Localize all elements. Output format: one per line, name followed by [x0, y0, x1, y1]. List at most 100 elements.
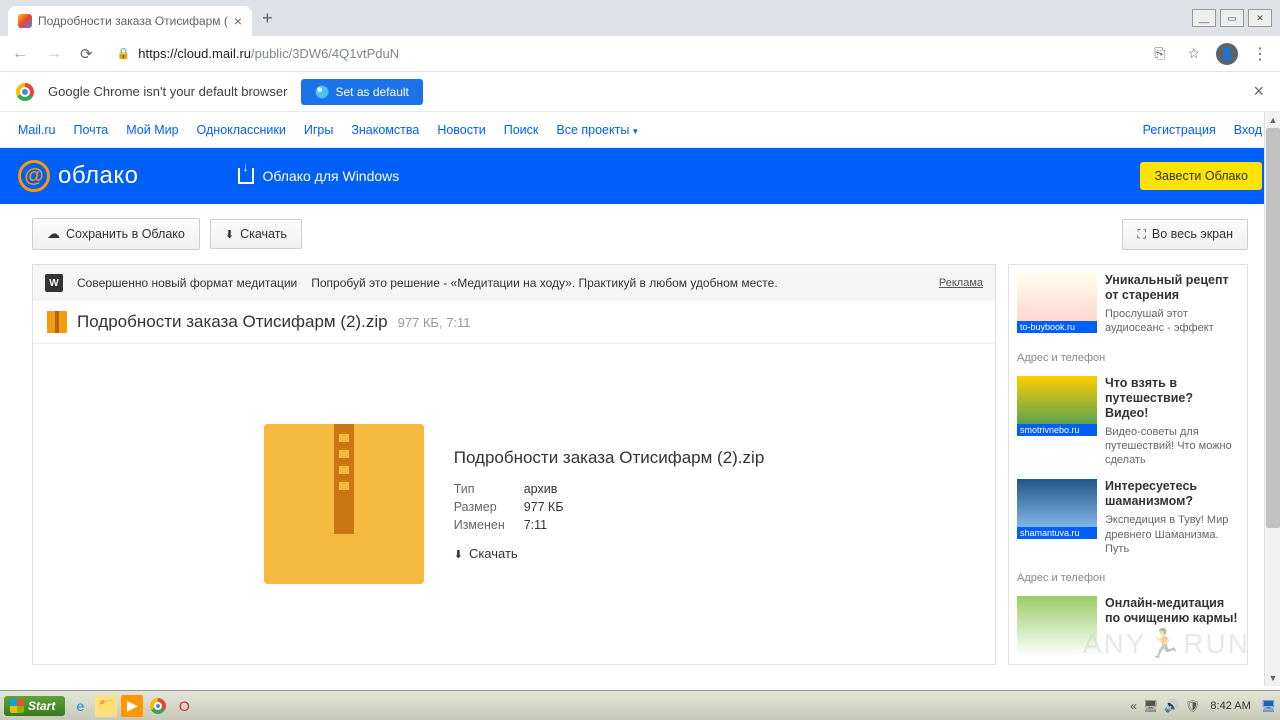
main-column: W Совершенно новый формат медитации Попр…	[32, 264, 996, 665]
modified-label: Изменен	[454, 518, 504, 532]
taskbar-explorer-icon[interactable]: 📁	[95, 695, 117, 717]
nav-novosti[interactable]: Новости	[437, 123, 485, 137]
size-label: Размер	[454, 500, 504, 514]
cloud-windows-link[interactable]: Облако для Windows	[238, 168, 399, 184]
browser-toolbar: ← → ⟳ 🔒 https://cloud.mail.ru/public/3DW…	[0, 36, 1280, 72]
scrollbar-thumb[interactable]	[1266, 128, 1280, 528]
size-value: 977 КБ	[524, 500, 564, 514]
modified-value: 7:11	[524, 518, 547, 532]
profile-avatar-icon[interactable]: 👤	[1216, 43, 1238, 65]
reload-button[interactable]: ⟳	[76, 43, 97, 65]
minimize-button[interactable]: __	[1192, 9, 1216, 27]
taskbar-clock[interactable]: 8:42 AM	[1206, 700, 1254, 712]
type-value: архив	[524, 482, 558, 496]
file-details: Подробности заказа Отисифарм (2).zip Тип…	[454, 448, 765, 561]
tray-volume-icon[interactable]: 🔊	[1164, 699, 1179, 713]
sidebar-ad[interactable]: smotrivnebo.ru Что взять в путешествие? …	[1017, 376, 1239, 468]
ad-text-1: Совершенно новый формат медитации	[77, 276, 297, 290]
type-label: Тип	[454, 482, 504, 496]
chevron-down-icon: ▼	[631, 127, 639, 136]
sidebar-ad[interactable]: shamantuva.ru Интересуетесь шаманизмом?Э…	[1017, 479, 1239, 556]
windows-taskbar: Start e 📁 ▶ O « 🖥 🔊 🛡 8:42 AM 🖥	[0, 690, 1280, 720]
action-bar: Сохранить в Облако Скачать Во весь экран	[0, 204, 1280, 264]
new-tab-button[interactable]: +	[252, 8, 283, 29]
sidebar-ad[interactable]: to-buybook.ru Уникальный рецепт от старе…	[1017, 273, 1239, 336]
download-arrow-icon	[225, 227, 234, 241]
cloud-logo-text: облако	[58, 162, 138, 190]
ad-title: Что взять в путешествие? Видео!	[1105, 376, 1239, 421]
tray-expand-icon[interactable]: «	[1130, 699, 1137, 713]
cloud-icon	[47, 226, 60, 242]
ad-title: Интересуетесь шаманизмом?	[1105, 479, 1239, 509]
page-scrollbar[interactable]: ▲ ▼	[1264, 112, 1280, 686]
scroll-up-icon[interactable]: ▲	[1265, 112, 1280, 128]
ad-label: Реклама	[939, 277, 983, 289]
tray-shield-icon[interactable]: 🛡	[1185, 699, 1200, 713]
taskbar-ie-icon[interactable]: e	[69, 695, 91, 717]
taskbar-media-icon[interactable]: ▶	[121, 695, 143, 717]
ad-desc: Экспедиция в Туву! Мир древнего Шаманизм…	[1105, 513, 1239, 556]
ad-address[interactable]: Адрес и телефон	[1017, 352, 1239, 364]
url-host: https://cloud.mail.ru	[138, 46, 251, 61]
infobar-close-icon[interactable]: ×	[1253, 81, 1264, 102]
browser-tab[interactable]: Подробности заказа Отисифарм ( ×	[8, 6, 252, 36]
ad-text-2: Попробуй это решение - «Медитации на ход…	[311, 276, 777, 290]
nav-igry[interactable]: Игры	[304, 123, 333, 137]
default-browser-infobar: Google Chrome isn't your default browser…	[0, 72, 1280, 112]
ad-title: Уникальный рецепт от старения	[1105, 273, 1239, 303]
nav-poisk[interactable]: Поиск	[504, 123, 539, 137]
ad-image	[1017, 596, 1097, 656]
at-sign-icon: @	[18, 160, 50, 192]
file-details-name: Подробности заказа Отисифарм (2).zip	[454, 448, 765, 468]
save-to-cloud-button[interactable]: Сохранить в Облако	[32, 218, 200, 250]
nav-odnoklassniki[interactable]: Одноклассники	[197, 123, 286, 137]
start-button[interactable]: Start	[4, 696, 65, 716]
download-link[interactable]: Скачать	[454, 546, 765, 561]
forward-button[interactable]: →	[42, 43, 66, 65]
download-button[interactable]: Скачать	[210, 219, 302, 249]
address-bar[interactable]: 🔒 https://cloud.mail.ru/public/3DW6/4Q1v…	[107, 42, 1139, 65]
windows-flag-icon	[10, 699, 24, 713]
ad-badge-icon: W	[45, 274, 63, 292]
nav-register[interactable]: Регистрация	[1143, 123, 1216, 137]
nav-moimir[interactable]: Мой Мир	[126, 123, 178, 137]
translate-icon[interactable]: ⎘	[1148, 43, 1171, 64]
tab-favicon-icon	[18, 14, 32, 28]
content-area: W Совершенно новый формат медитации Попр…	[0, 264, 1280, 665]
window-controls: __ ▭ ✕	[1192, 9, 1272, 27]
ad-strip[interactable]: W Совершенно новый формат медитации Попр…	[33, 265, 995, 301]
file-meta: 977 КБ, 7:11	[398, 315, 471, 330]
cloud-header: @ облако Облако для Windows Завести Обла…	[0, 148, 1280, 204]
infobar-message: Google Chrome isn't your default browser	[48, 84, 287, 99]
ad-title: Онлайн-медитация по очищению кармы!	[1105, 596, 1239, 626]
globe-icon	[315, 85, 329, 99]
ad-desc: Прослушай этот аудиосеанс - эффект	[1105, 307, 1239, 336]
nav-znakomstva[interactable]: Знакомства	[351, 123, 419, 137]
ad-address[interactable]: Адрес и телефон	[1017, 572, 1239, 584]
tray-desktop-icon[interactable]: 🖥	[1261, 699, 1276, 713]
file-header: Подробности заказа Отисифарм (2).zip 977…	[33, 301, 995, 344]
tab-close-icon[interactable]: ×	[234, 13, 242, 29]
chrome-icon	[16, 83, 34, 101]
browser-menu-button[interactable]: ⋮	[1248, 44, 1272, 64]
nav-login[interactable]: Вход	[1234, 123, 1262, 137]
tray-network-icon[interactable]: 🖥	[1143, 699, 1158, 713]
taskbar-opera-icon[interactable]: O	[173, 695, 195, 717]
download-icon	[238, 168, 254, 184]
get-cloud-button[interactable]: Завести Облако	[1140, 162, 1262, 190]
nav-pochta[interactable]: Почта	[74, 123, 109, 137]
nav-vse-proekty[interactable]: Все проекты▼	[556, 123, 639, 137]
zip-large-icon	[264, 424, 424, 584]
close-window-button[interactable]: ✕	[1248, 9, 1272, 27]
tab-title: Подробности заказа Отисифарм (	[38, 14, 228, 28]
maximize-button[interactable]: ▭	[1220, 9, 1244, 27]
sidebar-ad[interactable]: Онлайн-медитация по очищению кармы!	[1017, 596, 1239, 656]
back-button[interactable]: ←	[8, 43, 32, 65]
nav-mailru[interactable]: Mail.ru	[18, 123, 56, 137]
scroll-down-icon[interactable]: ▼	[1265, 670, 1280, 686]
bookmark-icon[interactable]: ☆	[1181, 43, 1206, 64]
set-default-button[interactable]: Set as default	[301, 79, 422, 105]
cloud-logo[interactable]: @ облако	[18, 160, 138, 192]
fullscreen-button[interactable]: Во весь экран	[1122, 219, 1248, 250]
taskbar-chrome-icon[interactable]	[147, 695, 169, 717]
